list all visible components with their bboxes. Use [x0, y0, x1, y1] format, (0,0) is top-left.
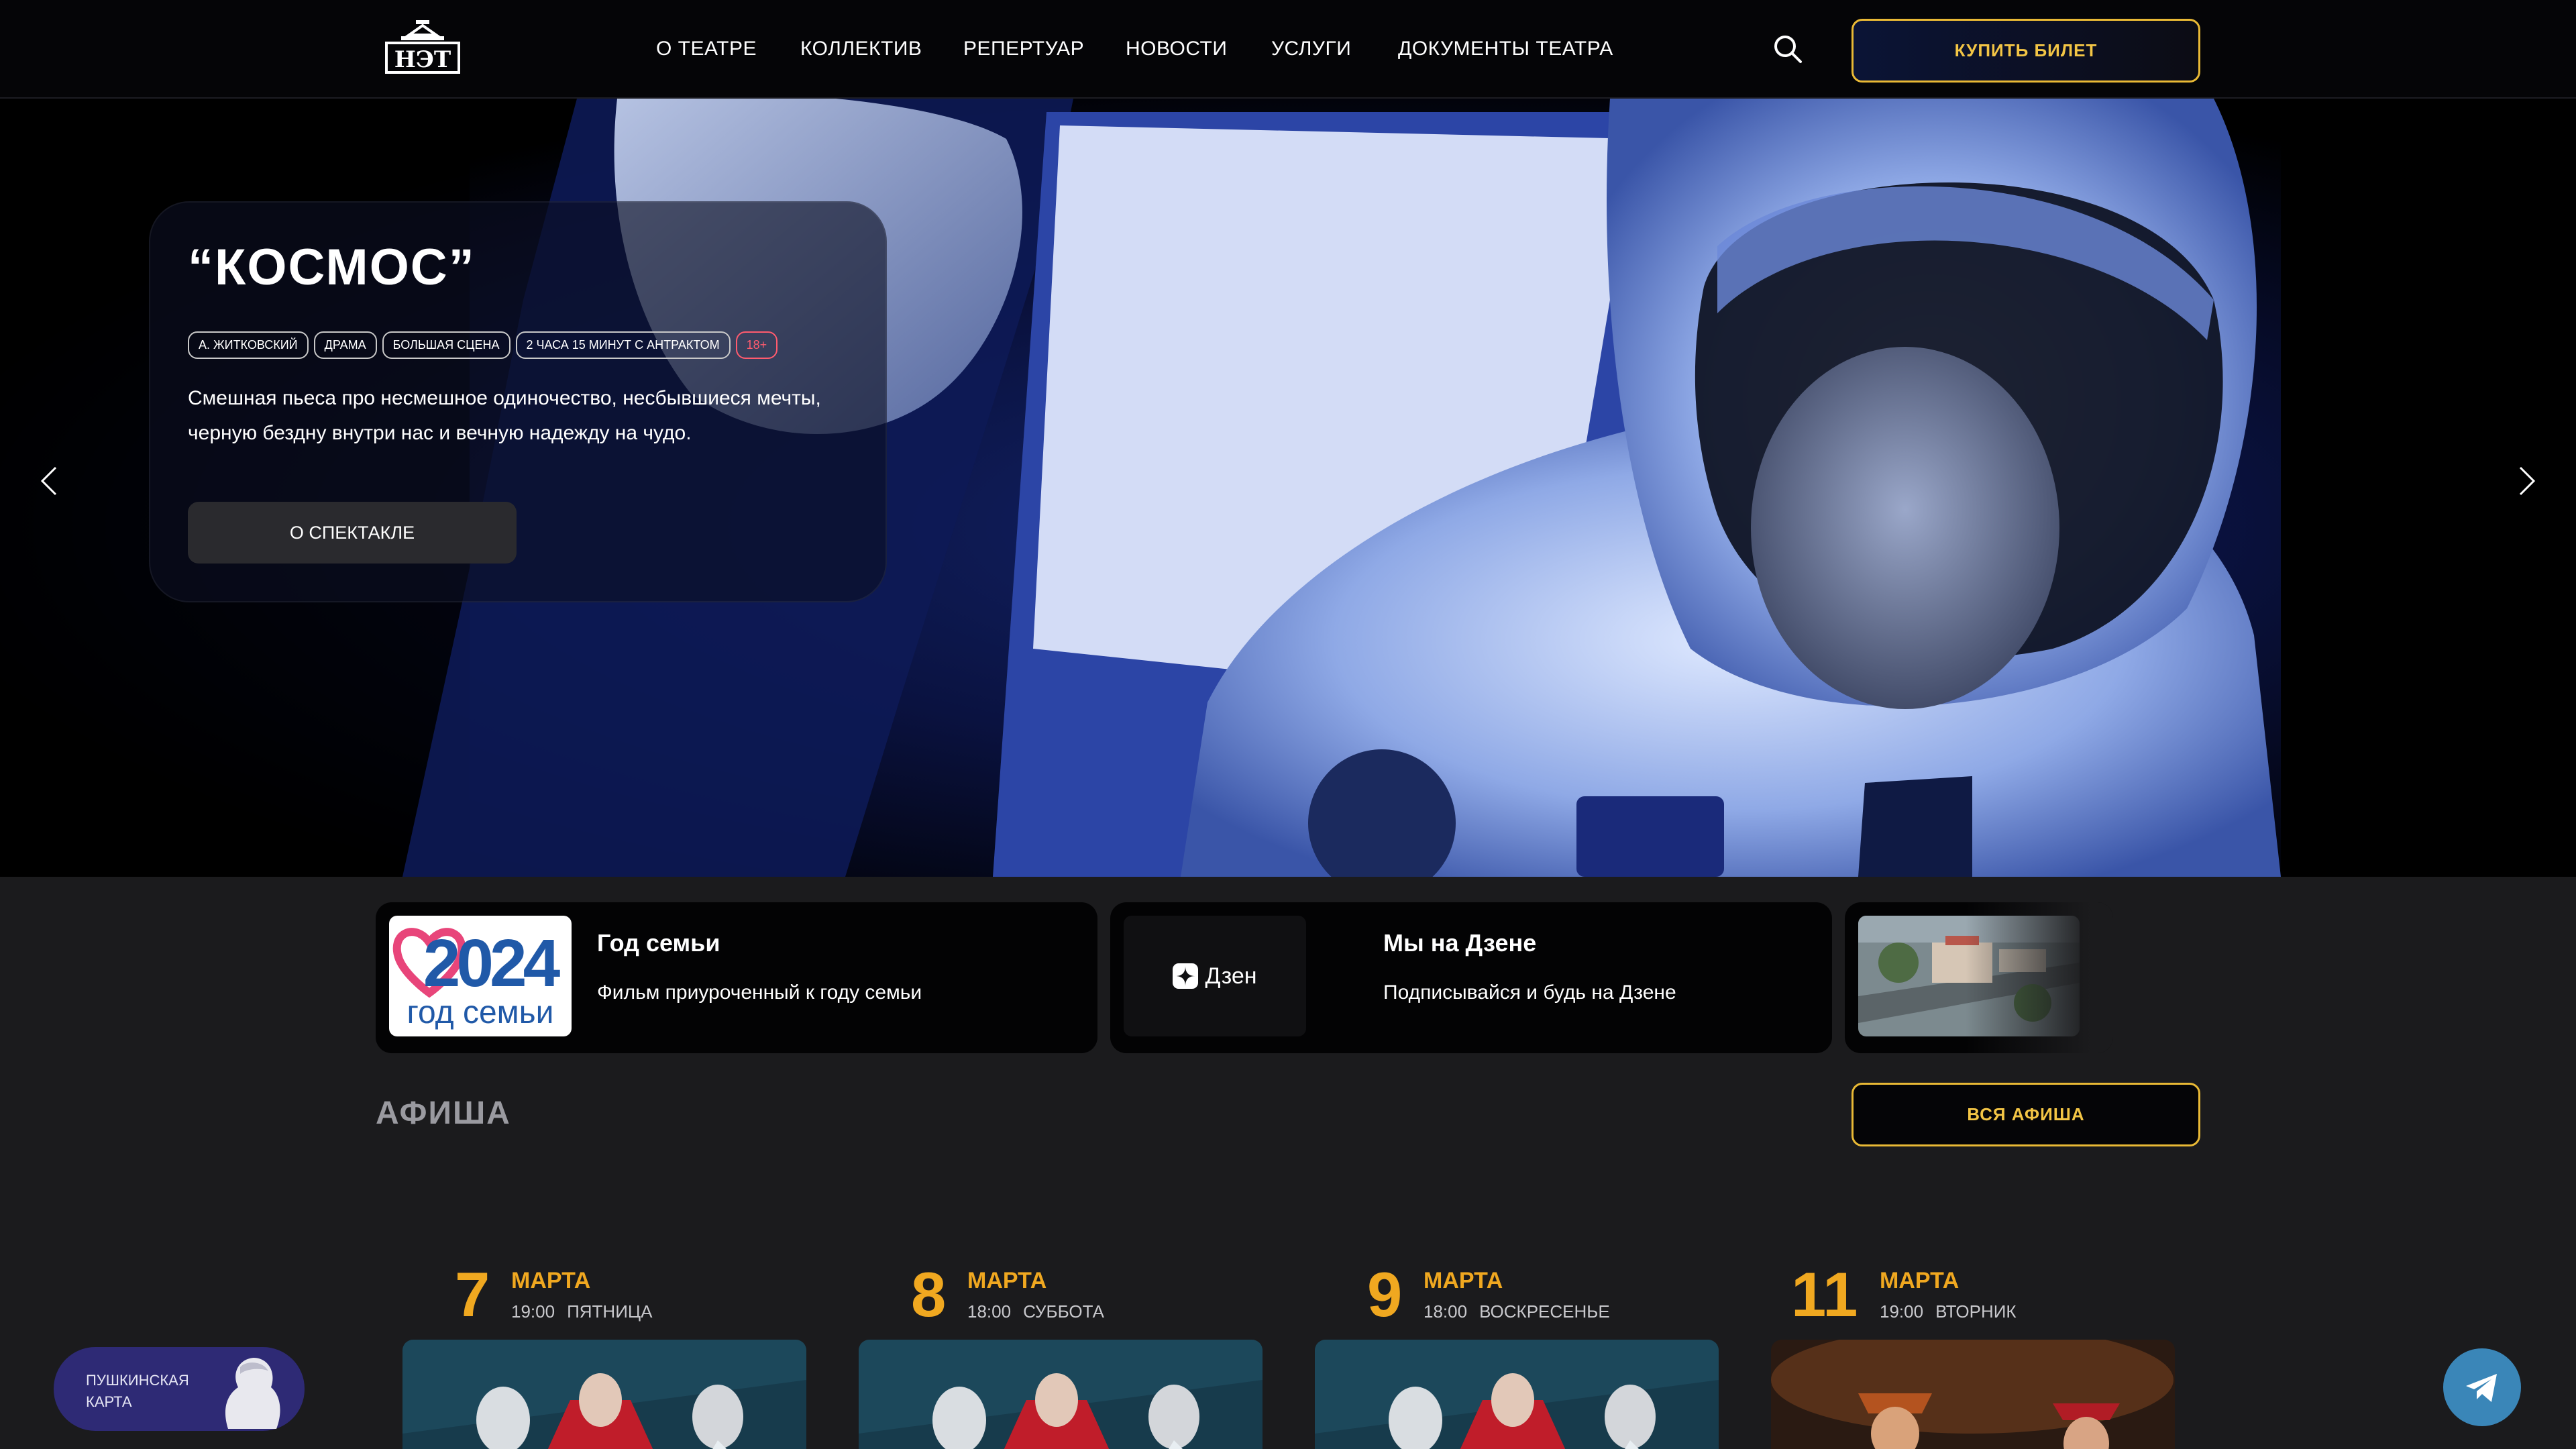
show-title: “КОСМОС” [188, 239, 476, 296]
event-time: 19:00 [511, 1301, 555, 1322]
about-show-button[interactable]: О СПЕКТАКЛЕ [188, 502, 517, 564]
event-image[interactable] [859, 1340, 1263, 1449]
event-day: 7 [455, 1259, 490, 1330]
nav-repertoire[interactable]: РЕПЕРТУАР [963, 38, 1084, 60]
tag-stage: БОЛЬШАЯ СЦЕНА [382, 331, 511, 359]
promo-fade [1966, 902, 2113, 1053]
nav-about[interactable]: О ТЕАТРЕ [656, 38, 757, 60]
promo-card-dzen[interactable]: Дзен Мы на Дзене Подписывайся и будь на … [1110, 902, 1832, 1053]
show-description: Смешная пьеса про несмешное одиночество,… [188, 387, 821, 444]
tag-duration: 2 ЧАСА 15 МИНУТ С АНТРАКТОМ [515, 331, 731, 359]
theatre-logo[interactable]: НЭТ [382, 20, 463, 76]
event-day: 9 [1367, 1259, 1403, 1330]
dzen-logo-icon [1173, 963, 1199, 989]
event-time: 18:00 [967, 1301, 1012, 1322]
pushkin-card-widget[interactable]: ПУШКИНСКАЯ КАРТА [54, 1347, 305, 1431]
event-month: МАРТА [967, 1268, 1047, 1293]
buy-ticket-button[interactable]: КУПИТЬ БИЛЕТ [1851, 19, 2200, 83]
nav-news[interactable]: НОВОСТИ [1126, 38, 1227, 60]
site-header: НЭТ О ТЕАТРЕ КОЛЛЕКТИВ РЕПЕРТУАР НОВОСТИ… [0, 0, 2576, 99]
event-month: МАРТА [511, 1268, 591, 1293]
chevron-left-icon [40, 466, 57, 496]
event-meta: 18:00 СУББОТА [967, 1301, 1104, 1322]
event-month: МАРТА [1880, 1268, 1960, 1293]
logo-icon: НЭТ [385, 20, 460, 74]
slider-next-button[interactable] [2506, 451, 2546, 511]
all-afisha-button[interactable]: ВСЯ АФИША [1851, 1083, 2200, 1146]
promo-card-city[interactable] [1845, 902, 2113, 1053]
nav-collective[interactable]: КОЛЛЕКТИВ [800, 38, 922, 60]
slider-prev-button[interactable] [30, 451, 70, 511]
family-year-badge: 2024 год семьи [389, 916, 572, 1036]
logo-text: НЭТ [394, 46, 451, 73]
event-weekday: ВТОРНИК [1935, 1301, 2017, 1322]
chevron-right-icon [2519, 466, 2536, 496]
event-month: МАРТА [1424, 1268, 1503, 1293]
promo-card-family-year[interactable]: 2024 год семьи Год семьи Фильм приурочен… [376, 902, 1097, 1053]
event-image[interactable] [1771, 1340, 2175, 1449]
search-icon[interactable] [1772, 34, 1803, 64]
nav-services[interactable]: УСЛУГИ [1271, 38, 1351, 60]
badge-text: год семьи [407, 995, 554, 1030]
promo-text: Фильм приуроченный к году семьи [597, 981, 922, 1004]
show-tags: А. ЖИТКОВСКИЙ ДРАМА БОЛЬШАЯ СЦЕНА 2 ЧАСА… [188, 331, 778, 359]
event-weekday: ПЯТНИЦА [567, 1301, 653, 1322]
telegram-button[interactable] [2443, 1348, 2521, 1426]
tag-age-rating: 18+ [735, 331, 778, 359]
tag-genre: ДРАМА [313, 331, 377, 359]
event-weekday: ВОСКРЕСЕНЬЕ [1479, 1301, 1610, 1322]
pushkin-portrait-icon [225, 1358, 280, 1429]
promo-title: Год семьи [597, 929, 720, 957]
event-day: 8 [911, 1259, 947, 1330]
event-day: 11 [1791, 1259, 1858, 1330]
nav-documents[interactable]: ДОКУМЕНТЫ ТЕАТРА [1398, 38, 1613, 60]
badge-year: 2024 [423, 926, 561, 1001]
pushkin-label-line1: ПУШКИНСКАЯ [86, 1372, 189, 1389]
afisha-heading: АФИША [376, 1095, 511, 1131]
event-time: 18:00 [1424, 1301, 1468, 1322]
tag-author: А. ЖИТКОВСКИЙ [188, 331, 309, 359]
pushkin-label-line2: КАРТА [86, 1393, 132, 1410]
event-meta: 19:00 ПЯТНИЦА [511, 1301, 652, 1322]
promo-title: Мы на Дзене [1383, 929, 1537, 957]
event-image[interactable] [402, 1340, 806, 1449]
event-meta: 19:00 ВТОРНИК [1880, 1301, 2017, 1322]
telegram-icon [2466, 1374, 2497, 1402]
event-time: 19:00 [1880, 1301, 1924, 1322]
event-image[interactable] [1315, 1340, 1719, 1449]
event-weekday: СУББОТА [1023, 1301, 1104, 1322]
event-meta: 18:00 ВОСКРЕСЕНЬЕ [1424, 1301, 1610, 1322]
dzen-logo-text: Дзен [1205, 963, 1257, 989]
promo-text: Подписывайся и будь на Дзене [1383, 981, 1676, 1004]
dzen-thumb: Дзен [1124, 916, 1306, 1036]
